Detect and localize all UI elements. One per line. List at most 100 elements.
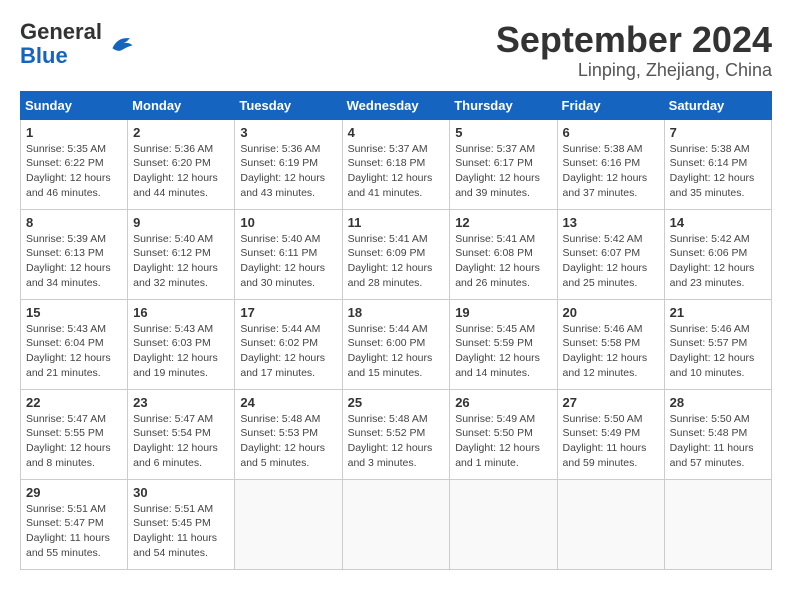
table-row: 6 Sunrise: 5:38 AMSunset: 6:16 PMDaylight…	[557, 119, 664, 209]
table-row: 26 Sunrise: 5:49 AMSunset: 5:50 PMDayligh…	[450, 389, 557, 479]
col-sunday: Sunday	[21, 91, 128, 119]
day-info: Sunrise: 5:40 AMSunset: 6:11 PMDaylight:…	[240, 233, 325, 289]
page-title: September 2024	[496, 20, 772, 60]
calendar-week-5: 29Sunrise: 5:51 AMSunset: 5:47 PMDayligh…	[21, 479, 772, 569]
day-info: Sunrise: 5:37 AMSunset: 6:18 PMDaylight:…	[348, 143, 433, 199]
day-number: 4	[348, 125, 445, 140]
calendar-week-4: 22 Sunrise: 5:47 AMSunset: 5:55 PMDayligh…	[21, 389, 772, 479]
table-row: 20 Sunrise: 5:46 AMSunset: 5:58 PMDayligh…	[557, 299, 664, 389]
logo-blue: Blue	[20, 43, 68, 68]
day-number: 21	[670, 305, 766, 320]
day-info: Sunrise: 5:43 AMSunset: 6:04 PMDaylight:…	[26, 323, 111, 379]
table-row: 11 Sunrise: 5:41 AMSunset: 6:09 PMDayligh…	[342, 209, 450, 299]
day-number: 15	[26, 305, 122, 320]
day-info: Sunrise: 5:43 AMSunset: 6:03 PMDaylight:…	[133, 323, 218, 379]
col-thursday: Thursday	[450, 91, 557, 119]
table-row	[235, 479, 342, 569]
table-row: 25Sunrise: 5:48 AMSunset: 5:52 PMDayligh…	[342, 389, 450, 479]
table-row: 7 Sunrise: 5:38 AMSunset: 6:14 PMDaylight…	[664, 119, 771, 209]
day-number: 10	[240, 215, 336, 230]
day-info: Sunrise: 5:42 AMSunset: 6:06 PMDaylight:…	[670, 233, 755, 289]
day-info: Sunrise: 5:36 AMSunset: 6:20 PMDaylight:…	[133, 143, 218, 199]
col-tuesday: Tuesday	[235, 91, 342, 119]
table-row: 23Sunrise: 5:47 AMSunset: 5:54 PMDayligh…	[128, 389, 235, 479]
page-subtitle: Linping, Zhejiang, China	[496, 60, 772, 81]
day-info: Sunrise: 5:36 AMSunset: 6:19 PMDaylight:…	[240, 143, 325, 199]
day-number: 29	[26, 485, 122, 500]
table-row: 27 Sunrise: 5:50 AMSunset: 5:49 PMDayligh…	[557, 389, 664, 479]
day-number: 1	[26, 125, 122, 140]
table-row: 24 Sunrise: 5:48 AMSunset: 5:53 PMDayligh…	[235, 389, 342, 479]
day-number: 28	[670, 395, 766, 410]
day-number: 17	[240, 305, 336, 320]
table-row: 10 Sunrise: 5:40 AMSunset: 6:11 PMDayligh…	[235, 209, 342, 299]
day-info: Sunrise: 5:48 AMSunset: 5:53 PMDaylight:…	[240, 413, 325, 469]
table-row: 21 Sunrise: 5:46 AMSunset: 5:57 PMDayligh…	[664, 299, 771, 389]
day-info: Sunrise: 5:40 AMSunset: 6:12 PMDaylight:…	[133, 233, 218, 289]
day-number: 26	[455, 395, 551, 410]
col-friday: Friday	[557, 91, 664, 119]
day-info: Sunrise: 5:48 AMSunset: 5:52 PMDaylight:…	[348, 413, 433, 469]
day-number: 22	[26, 395, 122, 410]
table-row	[450, 479, 557, 569]
day-info: Sunrise: 5:46 AMSunset: 5:58 PMDaylight:…	[563, 323, 648, 379]
logo-bird-icon	[106, 34, 136, 54]
calendar-header-row: Sunday Monday Tuesday Wednesday Thursday…	[21, 91, 772, 119]
day-number: 30	[133, 485, 229, 500]
col-saturday: Saturday	[664, 91, 771, 119]
day-number: 13	[563, 215, 659, 230]
logo-general: General	[20, 19, 102, 44]
day-info: Sunrise: 5:41 AMSunset: 6:09 PMDaylight:…	[348, 233, 433, 289]
day-info: Sunrise: 5:37 AMSunset: 6:17 PMDaylight:…	[455, 143, 540, 199]
day-number: 20	[563, 305, 659, 320]
table-row: 17 Sunrise: 5:44 AMSunset: 6:02 PMDayligh…	[235, 299, 342, 389]
table-row: 1 Sunrise: 5:35 AMSunset: 6:22 PMDaylight…	[21, 119, 128, 209]
day-info: Sunrise: 5:47 AMSunset: 5:55 PMDaylight:…	[26, 413, 111, 469]
table-row: 16 Sunrise: 5:43 AMSunset: 6:03 PMDayligh…	[128, 299, 235, 389]
logo: General Blue	[20, 20, 136, 68]
day-number: 19	[455, 305, 551, 320]
day-info: Sunrise: 5:45 AMSunset: 5:59 PMDaylight:…	[455, 323, 540, 379]
day-number: 11	[348, 215, 445, 230]
table-row	[664, 479, 771, 569]
day-number: 9	[133, 215, 229, 230]
table-row: 2 Sunrise: 5:36 AMSunset: 6:20 PMDaylight…	[128, 119, 235, 209]
day-info: Sunrise: 5:49 AMSunset: 5:50 PMDaylight:…	[455, 413, 540, 469]
day-number: 5	[455, 125, 551, 140]
table-row: 19 Sunrise: 5:45 AMSunset: 5:59 PMDayligh…	[450, 299, 557, 389]
day-info: Sunrise: 5:50 AMSunset: 5:48 PMDaylight:…	[670, 413, 754, 469]
col-wednesday: Wednesday	[342, 91, 450, 119]
day-info: Sunrise: 5:35 AMSunset: 6:22 PMDaylight:…	[26, 143, 111, 199]
day-number: 14	[670, 215, 766, 230]
day-number: 27	[563, 395, 659, 410]
day-number: 23	[133, 395, 229, 410]
day-number: 12	[455, 215, 551, 230]
page-header: General Blue September 2024 Linping, Zhe…	[20, 20, 772, 81]
calendar-table: Sunday Monday Tuesday Wednesday Thursday…	[20, 91, 772, 570]
table-row: 30 Sunrise: 5:51 AMSunset: 5:45 PMDayligh…	[128, 479, 235, 569]
day-number: 7	[670, 125, 766, 140]
day-info: Sunrise: 5:46 AMSunset: 5:57 PMDaylight:…	[670, 323, 755, 379]
day-info: Sunrise: 5:44 AMSunset: 6:02 PMDaylight:…	[240, 323, 325, 379]
day-info: Sunrise: 5:51 AMSunset: 5:45 PMDaylight:…	[133, 503, 217, 559]
day-number: 8	[26, 215, 122, 230]
table-row: 3 Sunrise: 5:36 AMSunset: 6:19 PMDaylight…	[235, 119, 342, 209]
day-number: 6	[563, 125, 659, 140]
table-row: 28 Sunrise: 5:50 AMSunset: 5:48 PMDayligh…	[664, 389, 771, 479]
day-number: 2	[133, 125, 229, 140]
table-row	[557, 479, 664, 569]
table-row: 14 Sunrise: 5:42 AMSunset: 6:06 PMDayligh…	[664, 209, 771, 299]
day-info: Sunrise: 5:38 AMSunset: 6:16 PMDaylight:…	[563, 143, 648, 199]
title-block: September 2024 Linping, Zhejiang, China	[496, 20, 772, 81]
logo-text: General Blue	[20, 19, 102, 68]
day-number: 18	[348, 305, 445, 320]
day-info: Sunrise: 5:38 AMSunset: 6:14 PMDaylight:…	[670, 143, 755, 199]
table-row: 22 Sunrise: 5:47 AMSunset: 5:55 PMDayligh…	[21, 389, 128, 479]
day-info: Sunrise: 5:50 AMSunset: 5:49 PMDaylight:…	[563, 413, 647, 469]
calendar-week-2: 8Sunrise: 5:39 AMSunset: 6:13 PMDaylight…	[21, 209, 772, 299]
day-number: 3	[240, 125, 336, 140]
day-number: 24	[240, 395, 336, 410]
table-row: 8Sunrise: 5:39 AMSunset: 6:13 PMDaylight…	[21, 209, 128, 299]
table-row: 13Sunrise: 5:42 AMSunset: 6:07 PMDayligh…	[557, 209, 664, 299]
day-number: 16	[133, 305, 229, 320]
